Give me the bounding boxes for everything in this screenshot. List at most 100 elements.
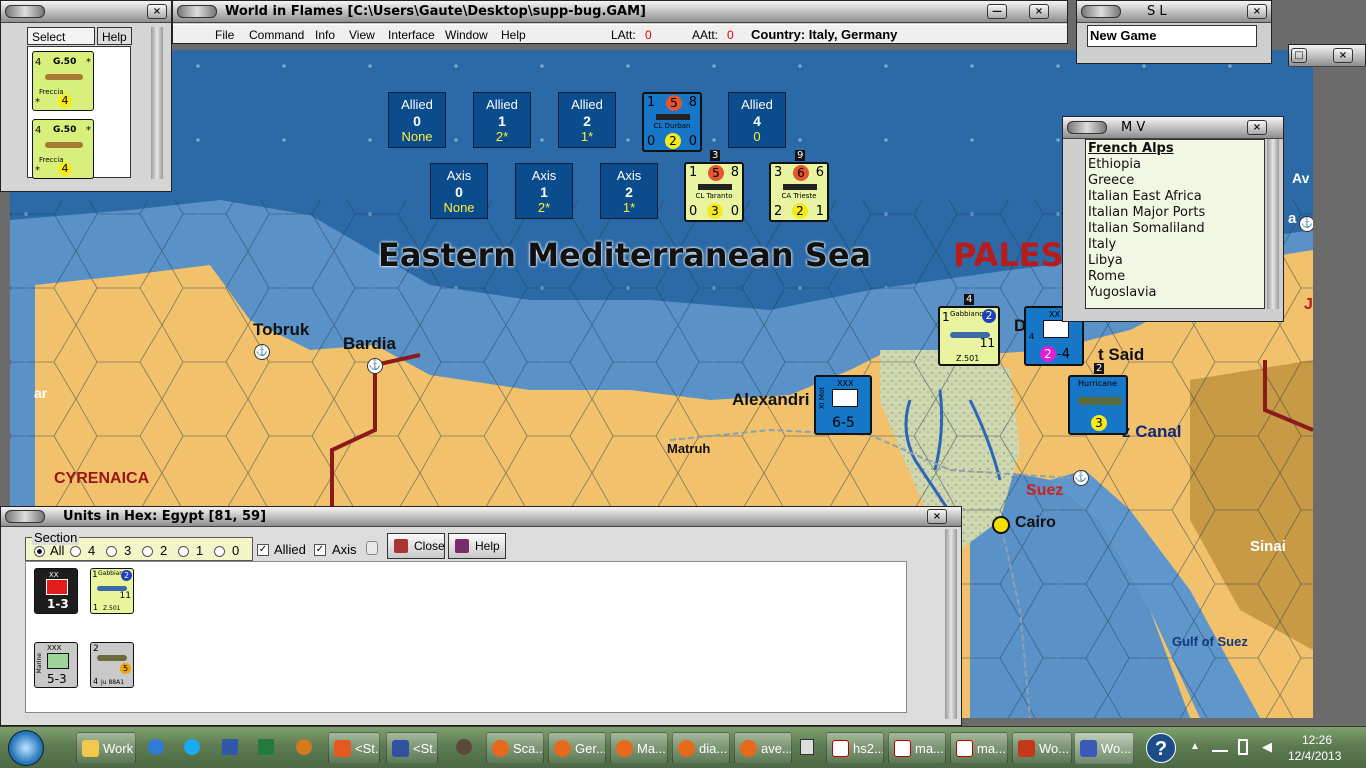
taskbar-pdf-3[interactable]: ma... <box>950 732 1008 764</box>
minimize-button[interactable]: — <box>987 4 1007 19</box>
help-question-icon[interactable]: ? <box>1146 733 1176 763</box>
window-grip[interactable] <box>1081 5 1121 18</box>
gulf-of-suez-label: Gulf of Suez <box>1172 634 1248 649</box>
taskbar-ie-icon[interactable] <box>148 739 164 755</box>
mv-item[interactable]: Italy <box>1088 237 1116 252</box>
radio-all[interactable] <box>34 546 45 557</box>
allied-box-2[interactable]: Allied 2 1* <box>558 92 616 148</box>
units-scrollbar[interactable] <box>945 529 957 719</box>
window-grip[interactable] <box>5 5 45 18</box>
axis-box-0[interactable]: Axis 0 None <box>430 163 488 219</box>
menu-window[interactable]: Window <box>445 28 488 42</box>
lock-icon[interactable] <box>366 541 378 555</box>
radio-0[interactable] <box>214 546 225 557</box>
main-window-caption[interactable]: World in Flames [C:\Users\Gaute\Desktop\… <box>173 1 1067 23</box>
start-button[interactable] <box>8 730 44 766</box>
land-counter-infantry[interactable]: XX 1-3 <box>34 568 78 614</box>
taskbar-wif-2[interactable]: Wo... <box>1074 732 1134 764</box>
close-button[interactable]: × <box>927 509 947 524</box>
taskbar-word-icon[interactable] <box>222 739 238 755</box>
allied-box-4[interactable]: Allied 4 0 <box>728 92 786 148</box>
window-grip[interactable] <box>5 510 45 523</box>
allied-box-0[interactable]: Allied 0 None <box>388 92 446 148</box>
taskbar-monkey-icon[interactable] <box>456 739 472 755</box>
allied-checkbox[interactable]: ✓ <box>257 544 269 556</box>
minimized-window-caption[interactable]: □ × <box>1289 45 1365 67</box>
taskbar-firefox-5[interactable]: ave... <box>734 732 792 764</box>
menu-command[interactable]: Command <box>249 28 304 42</box>
volume-icon[interactable]: ◀ <box>1262 739 1272 755</box>
mv-item[interactable]: Greece <box>1088 173 1134 188</box>
radio-1[interactable] <box>178 546 189 557</box>
radio-3[interactable] <box>106 546 117 557</box>
axis-checkbox[interactable]: ✓ <box>314 544 326 556</box>
taskbar-firefox-3[interactable]: Ma... <box>610 732 668 764</box>
window-grip[interactable] <box>177 5 217 18</box>
mv-item[interactable]: Italian East Africa <box>1088 189 1202 204</box>
close-button[interactable]: × <box>1029 4 1049 19</box>
mv-item-selected[interactable]: French Alps <box>1088 141 1174 156</box>
ship-counter-ca-trieste[interactable]: 9 3 6 6 CA Trieste 2 2 1 <box>769 150 829 222</box>
clock-date[interactable]: 12/4/2013 <box>1288 749 1341 763</box>
menu-info[interactable]: Info <box>315 28 335 42</box>
ship-counter-cl-taranto[interactable]: 3 1 5 8 CL Taranto 0 3 0 <box>684 150 744 222</box>
mv-window-caption[interactable]: M V × <box>1063 117 1283 139</box>
new-game-item[interactable]: New Game <box>1087 25 1257 47</box>
close-button[interactable]: × <box>1247 4 1267 19</box>
air-counter-hurricane[interactable]: 2 Hurricane 3 <box>1068 363 1128 435</box>
air-counter-freccia[interactable]: 4 G.50 * Freccia * 4 <box>32 51 94 111</box>
sl-window-caption[interactable]: S L × <box>1077 1 1271 23</box>
taskbar-pdf-1[interactable]: hs2... <box>826 732 884 764</box>
taskbar-firefox-4[interactable]: dia... <box>672 732 730 764</box>
tab-help[interactable]: Help <box>97 27 132 45</box>
air-counter-gabbiano[interactable]: 1 Gabbiano 2 11 1 Z.501 <box>90 568 134 614</box>
taskbar-firefox-2[interactable]: Ger... <box>548 732 606 764</box>
units-in-hex-caption[interactable]: Units in Hex: Egypt [81, 59] × <box>1 507 961 527</box>
taskbar-matlab-1[interactable]: <St... <box>328 732 380 764</box>
mv-item[interactable]: Rome <box>1088 269 1125 284</box>
axis-box-2[interactable]: Axis 2 1* <box>600 163 658 219</box>
mv-item[interactable]: Libya <box>1088 253 1123 268</box>
taskbar-firefox-1[interactable]: Sca... <box>486 732 544 764</box>
land-counter-xi-mot[interactable]: XXX XI Mot 6-5 <box>814 375 872 435</box>
menu-file[interactable]: File <box>215 28 234 42</box>
taskbar-calculator-icon[interactable] <box>800 739 814 755</box>
radio-4[interactable] <box>70 546 81 557</box>
port-icon: ⚓ <box>367 358 383 374</box>
taskbar-folder-work[interactable]: Work <box>76 732 136 764</box>
ship-counter-cl-durban[interactable]: 1 5 8 CL Durban 0 2 0 <box>642 92 702 152</box>
menu-help[interactable]: Help <box>501 28 526 42</box>
taskbar-skype-icon[interactable] <box>184 739 200 755</box>
mv-item[interactable]: Yugoslavia <box>1088 285 1157 300</box>
air-counter-gabbiano[interactable]: 4 1 Gabbiano 2 11 Z.501 <box>938 294 1000 366</box>
menu-interface[interactable]: Interface <box>388 28 435 42</box>
close-button[interactable]: × <box>1333 48 1353 63</box>
axis-box-1[interactable]: Axis 1 2* <box>515 163 573 219</box>
select-scrollbar[interactable] <box>151 27 163 179</box>
taskbar-wif-1[interactable]: Wo... <box>1012 732 1072 764</box>
radio-2[interactable] <box>142 546 153 557</box>
taskbar-excel-icon[interactable] <box>258 739 274 755</box>
mv-scrollbar[interactable] <box>1267 139 1279 309</box>
clock-time[interactable]: 12:26 <box>1302 733 1332 747</box>
select-window-caption[interactable]: × <box>1 1 171 23</box>
mv-item[interactable]: Italian Somaliland <box>1088 221 1205 236</box>
mv-item[interactable]: Ethiopia <box>1088 157 1141 172</box>
close-button[interactable]: × <box>147 4 167 19</box>
close-button[interactable]: × <box>1247 120 1267 135</box>
tab-select[interactable]: Select <box>27 27 95 45</box>
help-button[interactable]: Help <box>448 533 506 559</box>
taskbar-matlab-2[interactable]: <St... <box>386 732 438 764</box>
close-button[interactable]: Close <box>387 533 445 559</box>
air-counter-freccia[interactable]: 4 G.50 * Freccia * 4 <box>32 119 94 179</box>
land-counter-marine[interactable]: XXX Marine 5-3 <box>34 642 78 688</box>
window-grip[interactable] <box>1067 121 1107 134</box>
mv-item[interactable]: Italian Major Ports <box>1088 205 1205 220</box>
tray-arrow-icon[interactable]: ▲ <box>1190 741 1200 752</box>
allied-box-1[interactable]: Allied 1 2* <box>473 92 531 148</box>
taskbar-pdf-2[interactable]: ma... <box>888 732 946 764</box>
taskbar-gear-icon[interactable] <box>296 739 312 755</box>
air-counter-ju88[interactable]: 2 5 4 Ju 88A1 <box>90 642 134 688</box>
restore-button[interactable]: □ <box>1291 48 1307 63</box>
menu-view[interactable]: View <box>349 28 375 42</box>
